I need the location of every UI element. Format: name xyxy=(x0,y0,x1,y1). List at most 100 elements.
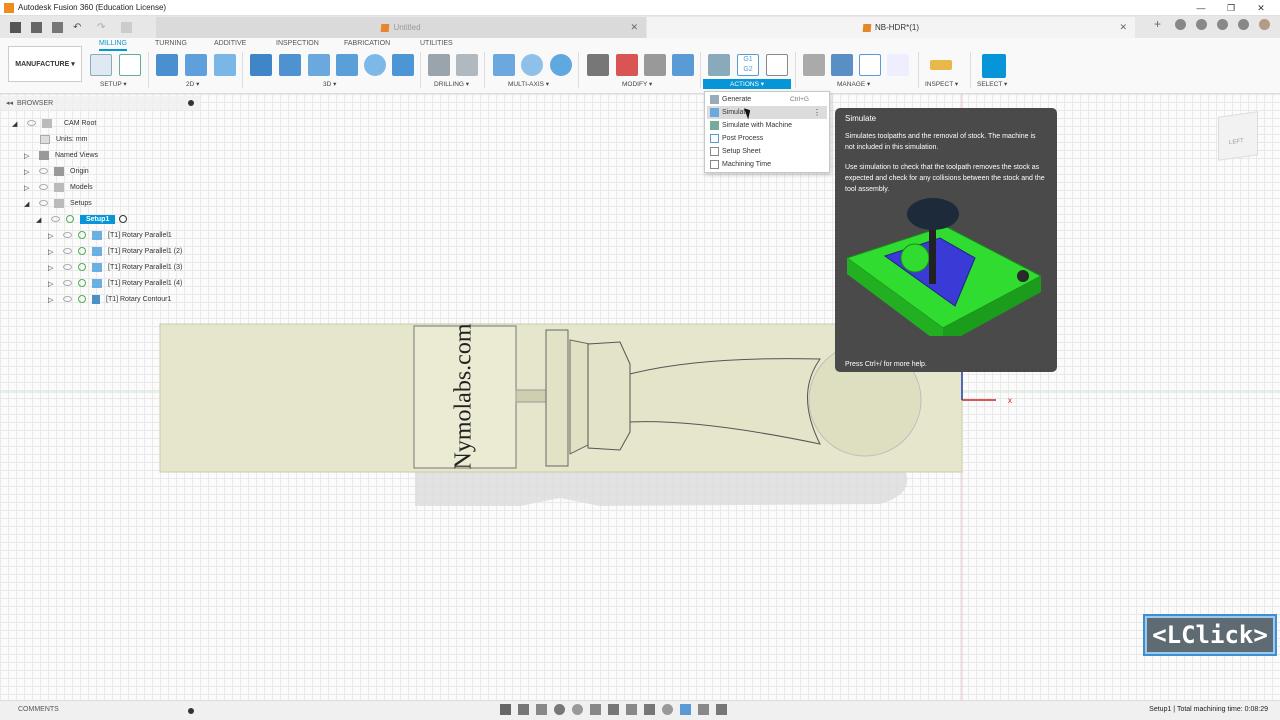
comments-label[interactable]: COMMENTS xyxy=(18,706,59,713)
generate-icon[interactable] xyxy=(708,54,730,76)
menu-item-simulate-machine[interactable]: Simulate with Machine xyxy=(707,119,827,132)
pan-icon[interactable] xyxy=(536,704,547,715)
tab-fabrication[interactable]: FABRICATION xyxy=(344,40,390,47)
tab-inspection[interactable]: INSPECTION xyxy=(276,40,319,47)
drilling-group-label[interactable]: DRILLING ▾ xyxy=(434,80,469,88)
tree-operation[interactable]: ▷ [T1] Rotary Parallel1 (2) xyxy=(48,244,182,258)
tree-units[interactable]: Units: mm xyxy=(40,132,88,146)
visibility-icon[interactable] xyxy=(63,248,72,254)
expand-icon[interactable]: ▷ xyxy=(24,168,31,176)
rotate-icon[interactable] xyxy=(662,704,673,715)
setup-group-label[interactable]: SETUP ▾ xyxy=(100,80,127,88)
expand-icon[interactable]: ▷ xyxy=(48,280,55,288)
expand-icon[interactable]: ▷ xyxy=(48,248,55,256)
display-settings-icon[interactable] xyxy=(590,704,601,715)
file-icon[interactable] xyxy=(31,21,42,33)
comments-pin-icon[interactable] xyxy=(188,708,194,714)
effects-icon[interactable] xyxy=(680,704,691,715)
close-window-button[interactable]: ✕ xyxy=(1246,0,1276,16)
expand-icon[interactable]: ▷ xyxy=(24,152,31,160)
tree-models[interactable]: ▷ Models xyxy=(24,180,93,194)
tree-operation[interactable]: ▷ [T1] Rotary Parallel1 xyxy=(48,228,172,242)
2d-adaptive-icon[interactable] xyxy=(156,54,178,76)
new-folder-icon[interactable] xyxy=(90,54,112,76)
visibility-icon[interactable] xyxy=(63,296,72,302)
viewports-icon[interactable] xyxy=(626,704,637,715)
filter-icon[interactable] xyxy=(698,704,709,715)
new-tab-icon[interactable]: + xyxy=(1154,18,1165,30)
3d-group-label[interactable]: 3D ▾ xyxy=(323,80,336,88)
tree-cam-root[interactable]: ◢ CAM Root xyxy=(12,116,96,130)
scallop-icon[interactable] xyxy=(364,54,386,76)
visibility-icon[interactable] xyxy=(39,184,48,190)
help-icon[interactable] xyxy=(1238,19,1249,30)
pattern-icon[interactable] xyxy=(672,54,694,76)
home-icon[interactable] xyxy=(121,21,132,33)
browser-header[interactable]: ◂◂ BROWSER xyxy=(0,96,200,110)
close-tab-icon[interactable]: ✕ xyxy=(1119,22,1127,33)
collapse-icon[interactable]: ◂◂ xyxy=(6,99,13,107)
notifications-icon[interactable] xyxy=(1217,19,1228,30)
tab-milling[interactable]: MILLING xyxy=(99,40,128,51)
tree-operation[interactable]: ▷ [T1] Rotary Contour1 xyxy=(48,292,171,306)
tab-nb-hdr[interactable]: NB-HDR*(1) ✕ xyxy=(647,17,1135,38)
parallel-icon[interactable] xyxy=(336,54,358,76)
setup-sheet-icon[interactable] xyxy=(766,54,788,76)
machine-library-icon[interactable] xyxy=(831,54,853,76)
expand-icon[interactable]: ◢ xyxy=(12,120,19,128)
bore-icon[interactable] xyxy=(456,54,478,76)
activate-icon[interactable] xyxy=(119,215,128,223)
visibility-icon[interactable] xyxy=(39,168,48,174)
tab-turning[interactable]: TURNING xyxy=(155,40,187,47)
steep-shallow-icon[interactable] xyxy=(308,54,330,76)
post-process-icon[interactable]: G1 G2 xyxy=(737,54,759,76)
contour-icon[interactable] xyxy=(392,54,414,76)
grid-settings-icon[interactable] xyxy=(608,704,619,715)
multiaxis-contour-icon[interactable] xyxy=(521,54,543,76)
rotary-icon[interactable] xyxy=(550,54,572,76)
undo-icon[interactable]: ↶ xyxy=(73,22,87,33)
select-icon[interactable] xyxy=(982,54,1006,78)
tree-operation[interactable]: ▷ [T1] Rotary Parallel1 (3) xyxy=(48,260,182,274)
zoom-icon[interactable] xyxy=(554,704,565,715)
expand-icon[interactable]: ◢ xyxy=(24,200,31,208)
new-setup-icon[interactable] xyxy=(119,54,141,76)
visibility-icon[interactable] xyxy=(63,232,72,238)
visibility-icon[interactable] xyxy=(63,280,72,286)
transform-icon[interactable] xyxy=(644,54,666,76)
fit-icon[interactable] xyxy=(572,704,583,715)
restore-button[interactable]: ❐ xyxy=(1216,0,1246,16)
tree-setup1[interactable]: ◢ Setup1 xyxy=(36,212,128,226)
post-library-icon[interactable] xyxy=(859,54,881,76)
manage-group-label[interactable]: MANAGE ▾ xyxy=(837,80,870,88)
save-icon[interactable] xyxy=(52,21,63,33)
close-tab-icon[interactable]: ✕ xyxy=(630,22,638,33)
3d-pocket-icon[interactable] xyxy=(279,54,301,76)
face-icon[interactable] xyxy=(214,54,236,76)
orbit-icon[interactable] xyxy=(500,704,511,715)
drill-icon[interactable] xyxy=(428,54,450,76)
2d-group-label[interactable]: 2D ▾ xyxy=(186,80,199,88)
tree-origin[interactable]: ▷ Origin xyxy=(24,164,89,178)
tab-utilities[interactable]: UTILITIES xyxy=(420,40,453,47)
pin-icon[interactable] xyxy=(188,100,194,106)
trim-icon[interactable] xyxy=(587,54,609,76)
job-status-icon[interactable] xyxy=(1175,19,1186,30)
expand-icon[interactable]: ▷ xyxy=(48,296,55,304)
expand-icon[interactable]: ▷ xyxy=(48,232,55,240)
online-icon[interactable] xyxy=(1196,19,1207,30)
redo-icon[interactable]: ↷ xyxy=(97,22,111,33)
actions-group-label[interactable]: ACTIONS ▾ xyxy=(703,79,791,89)
delete-toolpath-icon[interactable] xyxy=(616,54,638,76)
menu-item-machining-time[interactable]: Machining Time xyxy=(707,158,827,171)
inspect-group-label[interactable]: INSPECT ▾ xyxy=(925,80,958,88)
menu-item-post-process[interactable]: Post Process xyxy=(707,132,827,145)
swarf-icon[interactable] xyxy=(493,54,515,76)
visibility-icon[interactable] xyxy=(63,264,72,270)
menu-item-simulate[interactable]: Simulate ⋮ xyxy=(707,106,827,119)
toolpath-display-icon[interactable] xyxy=(716,704,727,715)
workspace-switcher[interactable]: MANUFACTURE ▾ xyxy=(8,46,82,82)
multiaxis-group-label[interactable]: MULTI-AXIS ▾ xyxy=(508,80,549,88)
select-group-label[interactable]: SELECT ▾ xyxy=(977,80,1007,88)
3d-adaptive-icon[interactable] xyxy=(250,54,272,76)
